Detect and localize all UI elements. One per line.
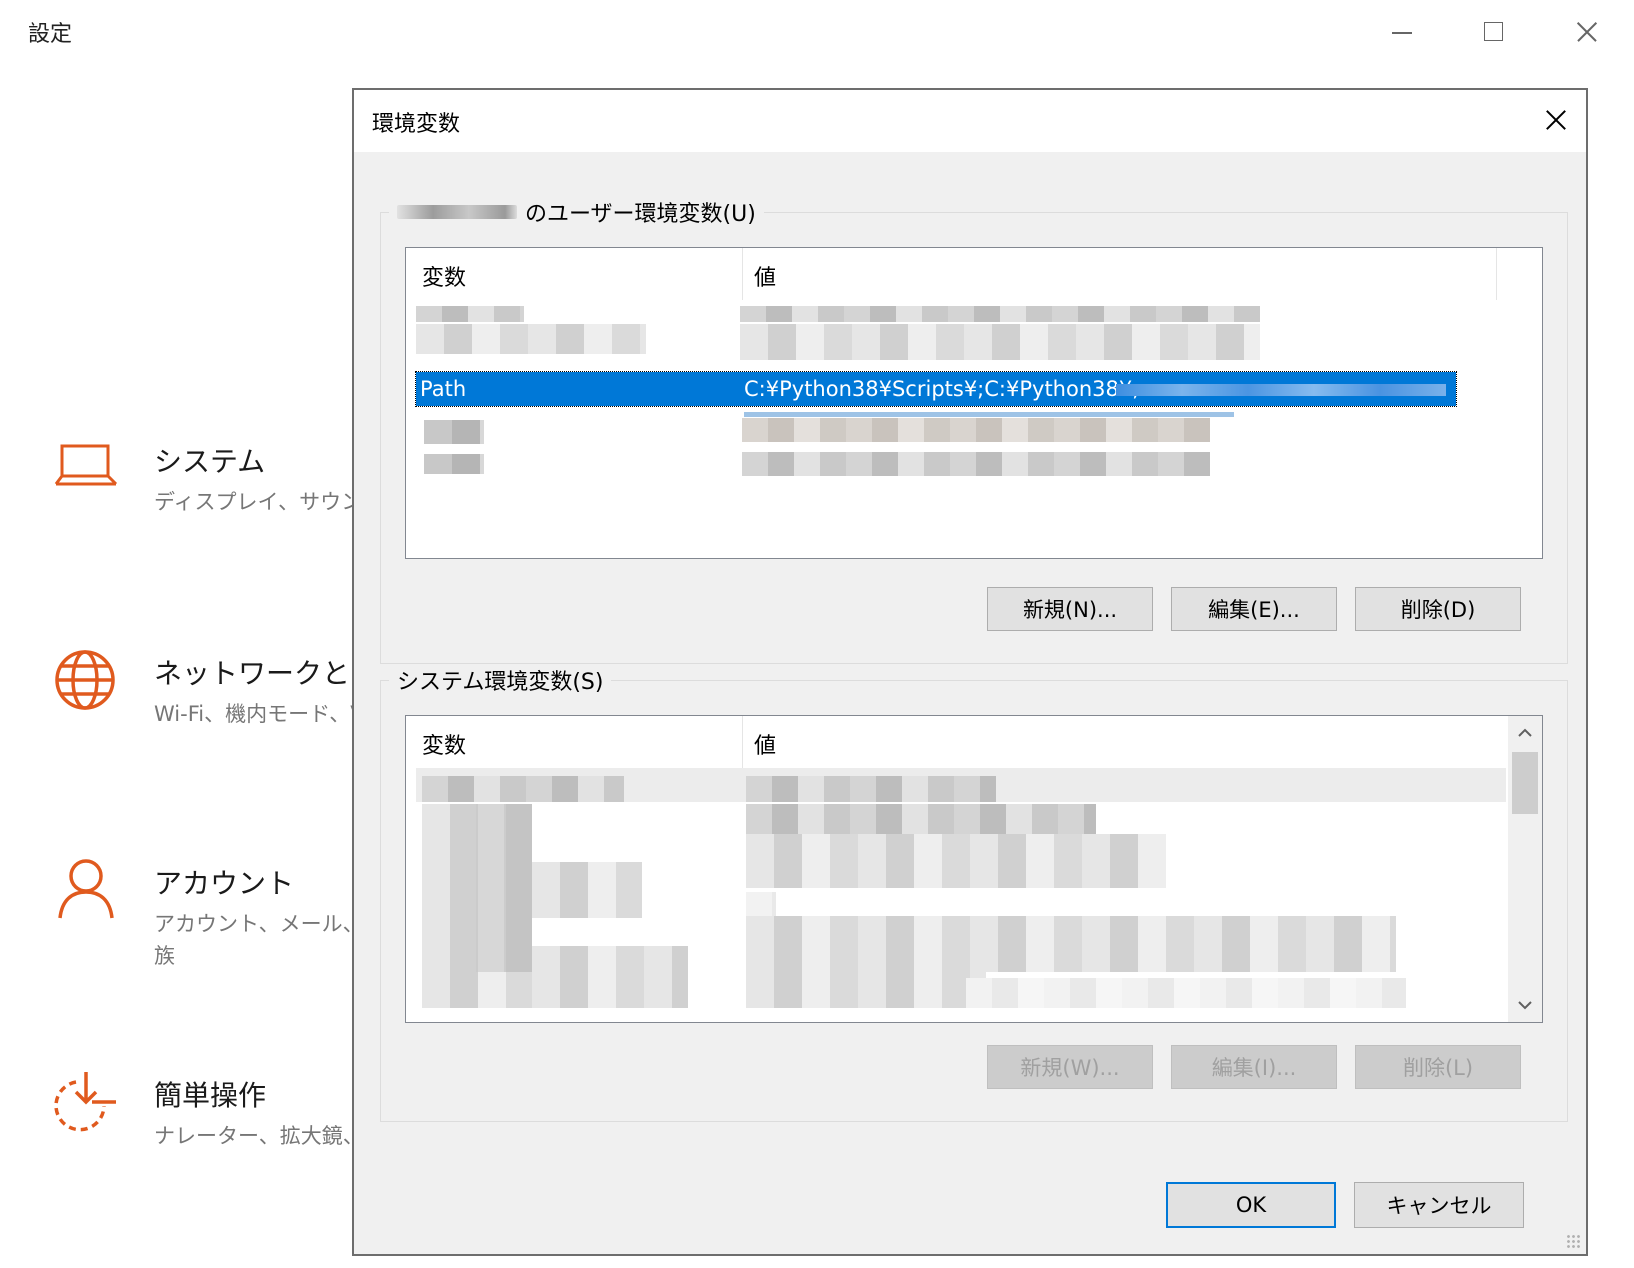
- globe-icon: [55, 650, 115, 710]
- user-variables-group: のユーザー環境変数(U) 変数 値 Path C:¥Python38¥Scrip…: [380, 196, 1568, 664]
- list-item[interactable]: [416, 338, 1506, 372]
- user-variables-group-label: のユーザー環境変数(U): [389, 196, 764, 228]
- user-edit-button[interactable]: 編集(E)...: [1171, 587, 1337, 631]
- dialog-titlebar: 環境変数: [354, 90, 1586, 152]
- user-variables-label: のユーザー環境変数(U): [525, 202, 756, 227]
- system-variables-group: システム環境変数(S) 変数 値 新規(W)... 編集(I)... 削除(L): [380, 664, 1568, 1122]
- category-ease-of-access[interactable]: 簡単操作 ナレーター、拡大鏡、ハ: [54, 1072, 385, 1154]
- scroll-down-button[interactable]: [1508, 988, 1542, 1022]
- chevron-down-icon: [1518, 1001, 1532, 1010]
- list-item[interactable]: [416, 304, 1506, 338]
- redacted-username: [397, 205, 517, 219]
- environment-variables-dialog: 環境変数 のユーザー環境変数(U) 変数 値 Path C:¥Python38¥…: [352, 88, 1588, 1256]
- system-variables-group-label: システム環境変数(S): [389, 664, 612, 696]
- vertical-scrollbar[interactable]: [1508, 716, 1542, 1022]
- scroll-up-button[interactable]: [1508, 716, 1542, 750]
- chevron-up-icon: [1518, 728, 1532, 737]
- scrollbar-thumb[interactable]: [1512, 752, 1538, 814]
- column-divider[interactable]: [742, 248, 743, 300]
- variable-name-cell: Path: [420, 377, 467, 401]
- list-item[interactable]: [416, 452, 1506, 486]
- system-variables-list[interactable]: 変数 値: [405, 715, 1543, 1023]
- category-description: ナレーター、拡大鏡、ハ: [154, 1124, 385, 1148]
- dialog-title: 環境変数: [372, 112, 461, 137]
- column-header-variable[interactable]: 変数: [422, 728, 466, 760]
- system-new-button[interactable]: 新規(W)...: [987, 1045, 1153, 1089]
- list-item[interactable]: [416, 418, 1506, 452]
- category-title: 簡単操作: [154, 1079, 267, 1112]
- dialog-close-icon[interactable]: [1534, 100, 1578, 140]
- list-item-path-selected[interactable]: Path C:¥Python38¥Scripts¥;C:¥Python38¥;: [415, 371, 1457, 407]
- column-divider: [1496, 248, 1497, 300]
- category-description: アカウント、メール、同: [154, 912, 385, 936]
- minimize-button[interactable]: [1382, 14, 1422, 48]
- column-header-value[interactable]: 値: [754, 260, 776, 292]
- close-window-button[interactable]: [1566, 14, 1606, 48]
- category-title: アカウント: [154, 867, 295, 900]
- category-accounts[interactable]: アカウント アカウント、メール、同 族: [54, 859, 385, 972]
- category-description: Wi-Fi、機内モード、V: [154, 702, 365, 726]
- cancel-button[interactable]: キャンセル: [1354, 1182, 1524, 1228]
- ok-button[interactable]: OK: [1166, 1182, 1336, 1228]
- user-new-button[interactable]: 新規(N)...: [987, 587, 1153, 631]
- category-title: システム: [154, 445, 266, 478]
- category-system[interactable]: システム ディスプレイ、サウンド、: [54, 440, 403, 520]
- redacted-value: [1116, 384, 1446, 396]
- column-header-variable[interactable]: 変数: [422, 260, 466, 292]
- system-edit-button[interactable]: 編集(I)...: [1171, 1045, 1337, 1089]
- column-divider[interactable]: [742, 716, 743, 768]
- column-header-value[interactable]: 値: [754, 728, 776, 760]
- category-description-line2: 族: [154, 944, 175, 968]
- system-variables-label: システム環境変数(S): [397, 670, 604, 695]
- list-header: 変数 値: [406, 248, 1542, 300]
- user-variables-list[interactable]: 変数 値 Path C:¥Python38¥Scripts¥;C:¥Python…: [405, 247, 1543, 559]
- resize-grip[interactable]: [1566, 1234, 1582, 1250]
- person-icon: [58, 859, 114, 919]
- variable-value-cell: C:¥Python38¥Scripts¥;C:¥Python38¥;: [744, 377, 1140, 401]
- list-header: 変数 値: [406, 716, 1508, 768]
- settings-window-title: 設定: [28, 22, 73, 47]
- system-delete-button[interactable]: 削除(L): [1355, 1045, 1521, 1089]
- user-delete-button[interactable]: 削除(D): [1355, 587, 1521, 631]
- category-network[interactable]: ネットワークとイン Wi-Fi、機内モード、V: [54, 650, 406, 732]
- laptop-icon: [54, 444, 118, 486]
- maximize-button[interactable]: [1474, 14, 1514, 48]
- ease-of-access-icon: [54, 1072, 116, 1132]
